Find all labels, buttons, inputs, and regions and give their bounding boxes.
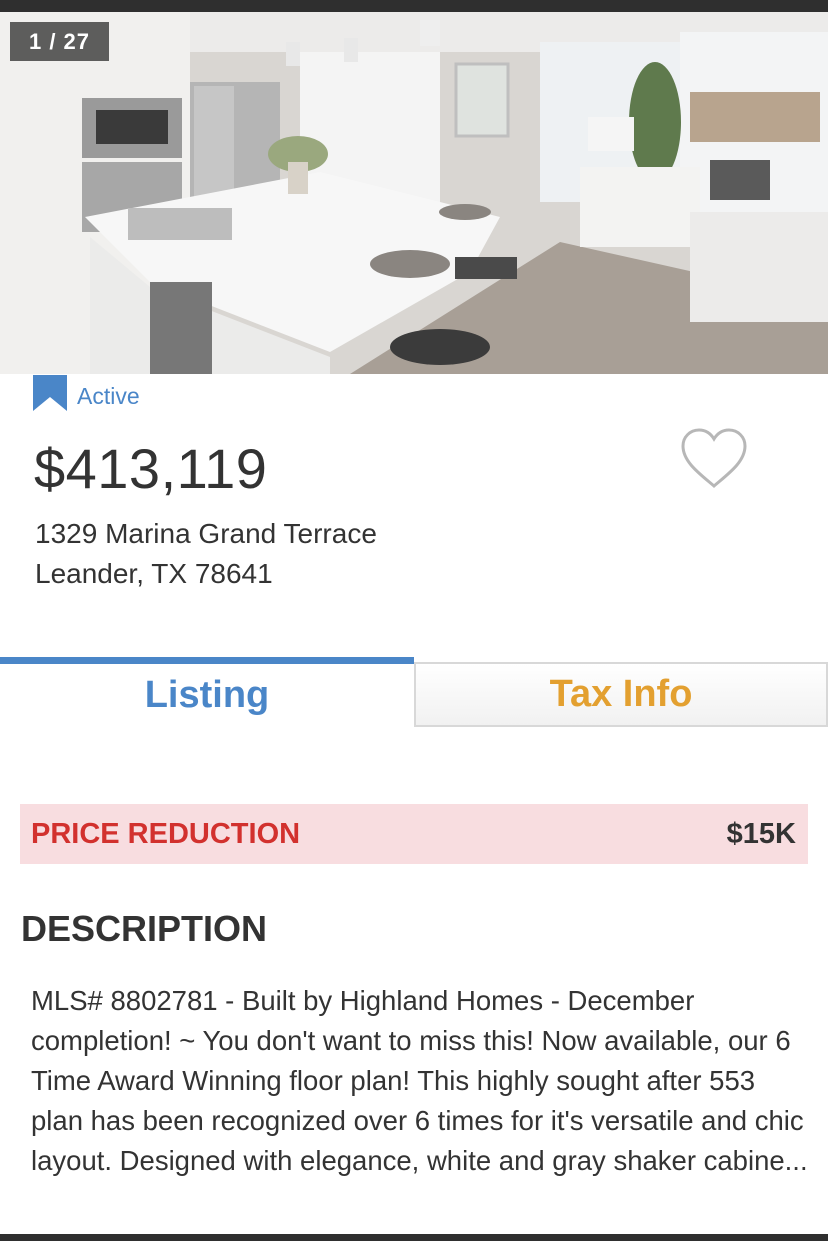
listing-photo[interactable] bbox=[0, 12, 828, 374]
address-street: 1329 Marina Grand Terrace bbox=[35, 518, 377, 549]
price-reduction-amount: $15K bbox=[726, 817, 796, 850]
kitchen-photo-illustration bbox=[0, 12, 828, 374]
bookmark-icon bbox=[33, 375, 67, 411]
price-reduction-label: PRICE REDUCTION bbox=[31, 817, 301, 850]
description-heading: DESCRIPTION bbox=[21, 908, 268, 949]
heart-outline-icon[interactable] bbox=[680, 428, 748, 490]
price-reduction-banner: PRICE REDUCTION $15K bbox=[20, 804, 808, 864]
bottom-strip bbox=[0, 1234, 828, 1241]
top-status-strip bbox=[0, 0, 828, 12]
listing-status: Active bbox=[33, 375, 140, 413]
tab-tax-info[interactable]: Tax Info bbox=[414, 662, 828, 727]
detail-tabs: Listing Tax Info bbox=[0, 657, 828, 727]
status-label: Active bbox=[77, 383, 140, 409]
description-text: MLS# 8802781 - Built by Highland Homes -… bbox=[31, 985, 808, 1176]
tab-listing[interactable]: Listing bbox=[0, 657, 414, 727]
listing-price: $413,119 bbox=[34, 437, 268, 500]
address-city: Leander, TX 78641 bbox=[35, 558, 273, 589]
photo-counter: 1 / 27 bbox=[10, 22, 109, 61]
